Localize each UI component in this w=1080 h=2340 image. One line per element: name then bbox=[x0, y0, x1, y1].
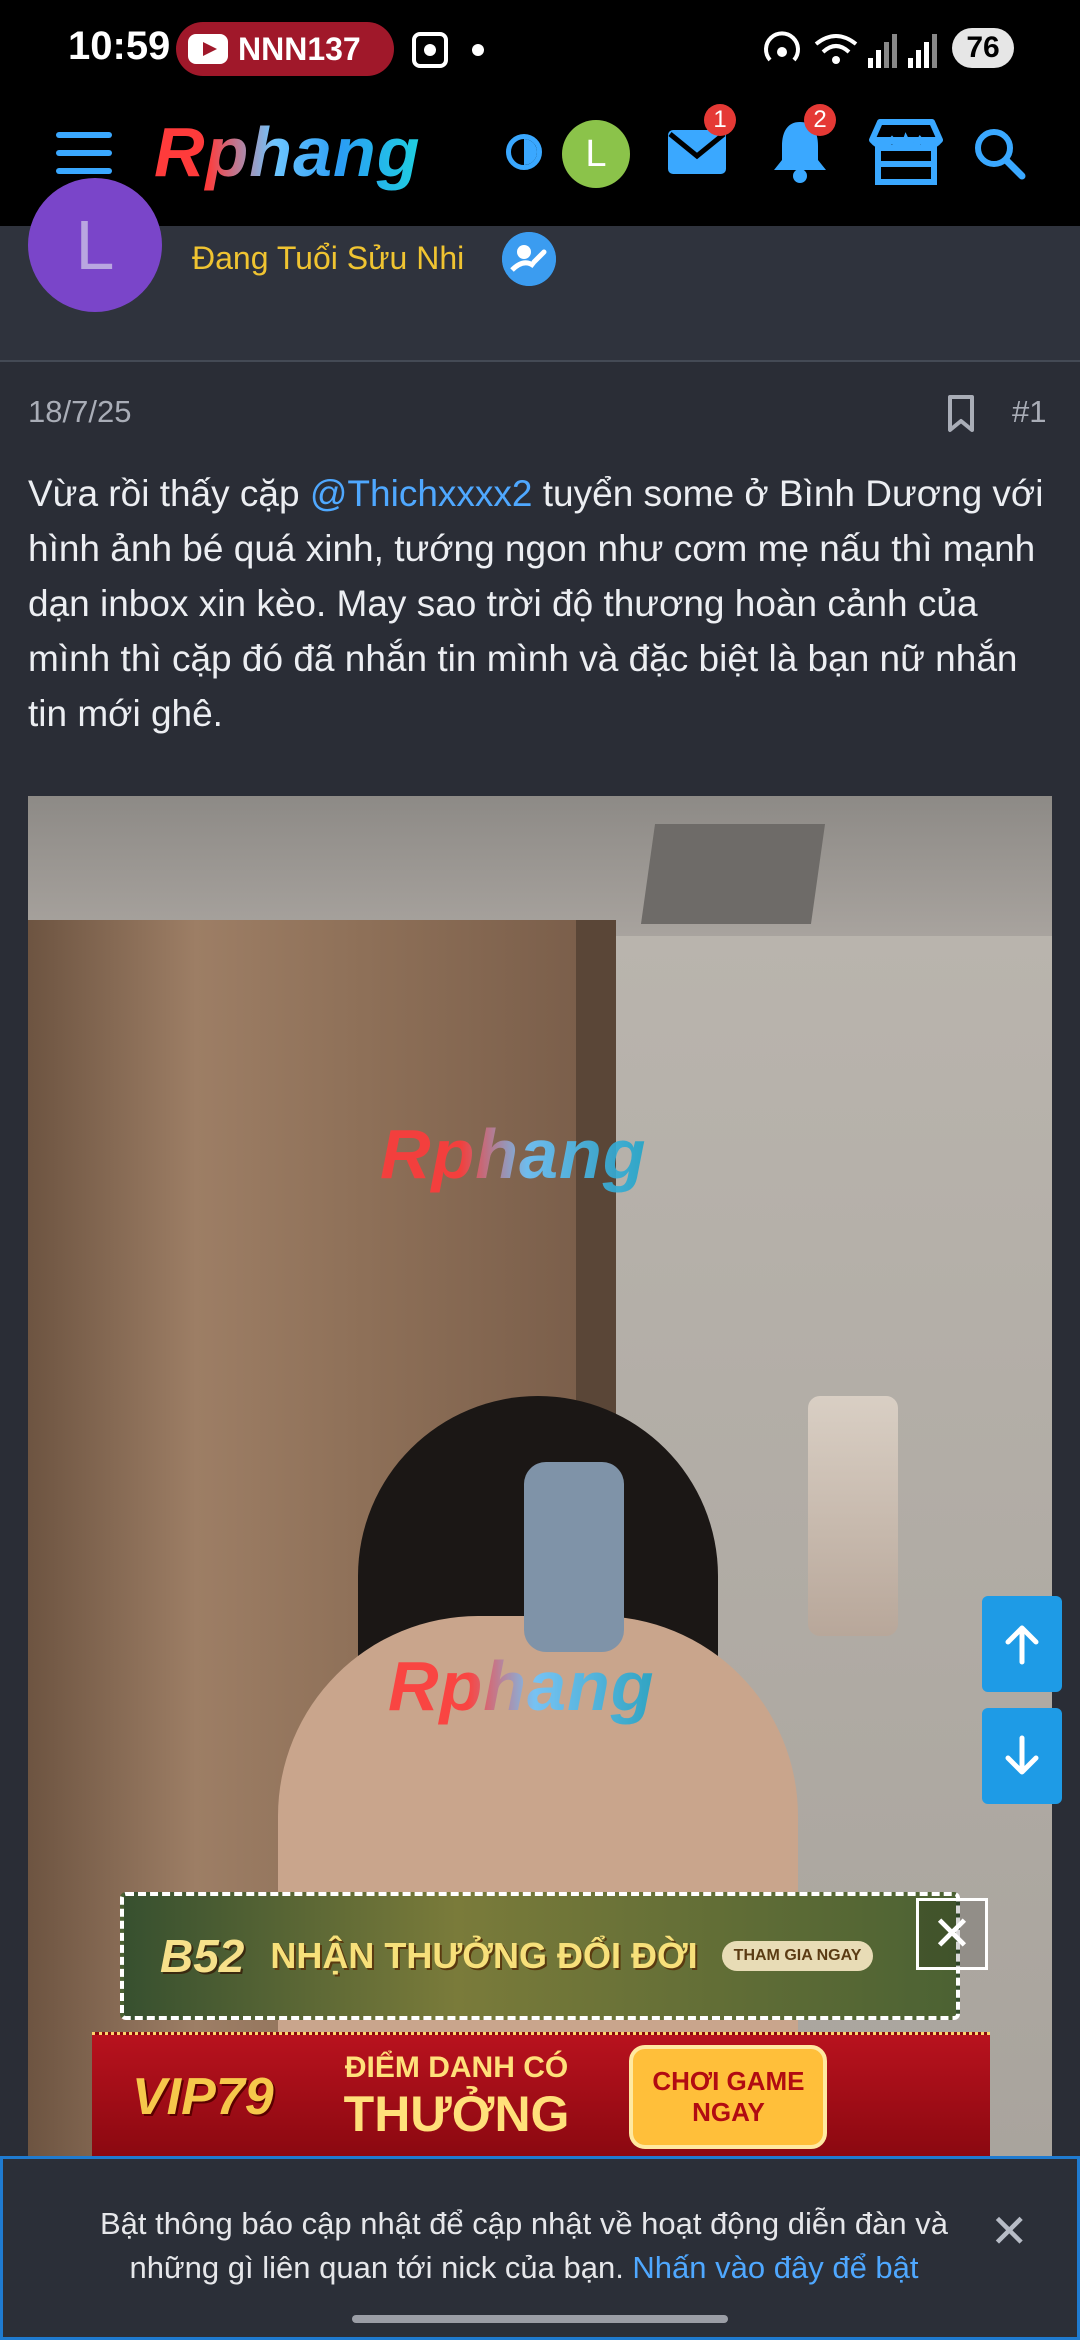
image-watermark-middle: Rphang bbox=[388, 1647, 655, 1725]
search-icon[interactable] bbox=[972, 126, 1028, 182]
media-pill[interactable]: NNN137 bbox=[176, 22, 394, 76]
notification-close-icon[interactable]: ✕ bbox=[990, 2204, 1029, 2258]
ad-b52-headline: NHẬN THƯỞNG ĐỔI ĐỜI bbox=[270, 1935, 698, 1976]
signal-icon-2 bbox=[908, 34, 937, 68]
scroll-to-top-button[interactable] bbox=[982, 1596, 1062, 1692]
image-watermark-top: Rphang bbox=[380, 1115, 647, 1193]
signal-icon-1 bbox=[868, 34, 897, 68]
image-vent bbox=[640, 824, 826, 924]
post-content: Vừa rồi thấy cặp @Thichxxxx2 tuyển some … bbox=[28, 466, 1058, 741]
post-date[interactable]: 18/7/25 bbox=[28, 394, 131, 430]
author-user-title: Đang Tuổi Sửu Nhi bbox=[192, 240, 465, 276]
post-text-part-1: Vừa rồi thấy cặp bbox=[28, 473, 310, 514]
hotspot-icon bbox=[764, 31, 800, 62]
ad-vip-message-line1: ĐIỂM DANH CÓ bbox=[344, 2051, 569, 2084]
ad-vip-cta-button[interactable]: CHƠI GAME NGAY bbox=[629, 2045, 828, 2149]
alerts-badge: 2 bbox=[804, 104, 836, 136]
ad-vip-message-line2: THƯỞNG bbox=[343, 2086, 570, 2142]
battery-indicator: 76 bbox=[952, 28, 1014, 68]
ad-vip-brand: VIP79 bbox=[132, 2068, 274, 2126]
post-number[interactable]: #1 bbox=[1012, 394, 1046, 430]
screenshot-icon bbox=[412, 32, 448, 68]
arrow-down-icon bbox=[1005, 1735, 1039, 1775]
notification-message: Bật thông báo cập nhật để cập nhật về ho… bbox=[84, 2202, 964, 2290]
ad-vip-cta-line2: NGAY bbox=[692, 2097, 765, 2127]
gesture-bar[interactable] bbox=[352, 2315, 728, 2323]
youtube-icon bbox=[188, 34, 228, 64]
ad-close-button[interactable]: ✕ bbox=[916, 1898, 988, 1970]
menu-icon[interactable] bbox=[56, 132, 112, 174]
clock: 10:59 bbox=[68, 24, 171, 68]
theme-toggle-icon[interactable] bbox=[506, 134, 542, 170]
author-avatar[interactable]: L bbox=[28, 178, 162, 312]
scroll-to-bottom-button[interactable] bbox=[982, 1708, 1062, 1804]
enable-notifications-link[interactable]: Nhấn vào đây để bật bbox=[632, 2250, 918, 2285]
media-pill-label: NNN137 bbox=[238, 30, 361, 67]
store-icon[interactable] bbox=[866, 118, 946, 188]
verified-user-icon bbox=[502, 232, 556, 286]
user-avatar[interactable]: L bbox=[562, 120, 630, 188]
ad-vip-message: ĐIỂM DANH CÓ THƯỞNG bbox=[344, 2051, 570, 2143]
ad-banner-b52[interactable]: B52 NHẬN THƯỞNG ĐỔI ĐỜI THAM GIA NGAY bbox=[120, 1892, 960, 2020]
ad-b52-cta[interactable]: THAM GIA NGAY bbox=[721, 1941, 874, 1971]
ad-vip-cta-line1: CHƠI GAME bbox=[652, 2066, 805, 2096]
bookmark-icon[interactable] bbox=[946, 394, 976, 434]
arrow-up-icon bbox=[1005, 1625, 1039, 1665]
user-mention-link[interactable]: @Thichxxxx2 bbox=[310, 473, 533, 514]
status-bar: 10:59 NNN137 76 bbox=[0, 0, 1080, 100]
messages-badge: 1 bbox=[704, 104, 736, 136]
ad-banner-vip79[interactable]: VIP79 ĐIỂM DANH CÓ THƯỞNG CHƠI GAME NGAY bbox=[92, 2032, 990, 2159]
image-phone bbox=[524, 1462, 624, 1652]
dot-icon bbox=[472, 44, 484, 56]
wifi-icon bbox=[814, 34, 858, 64]
ad-b52-brand: B52 bbox=[160, 1930, 245, 1982]
site-logo[interactable]: Rphang bbox=[154, 112, 421, 192]
image-towel bbox=[808, 1396, 898, 1636]
image-ceiling bbox=[28, 796, 1052, 936]
